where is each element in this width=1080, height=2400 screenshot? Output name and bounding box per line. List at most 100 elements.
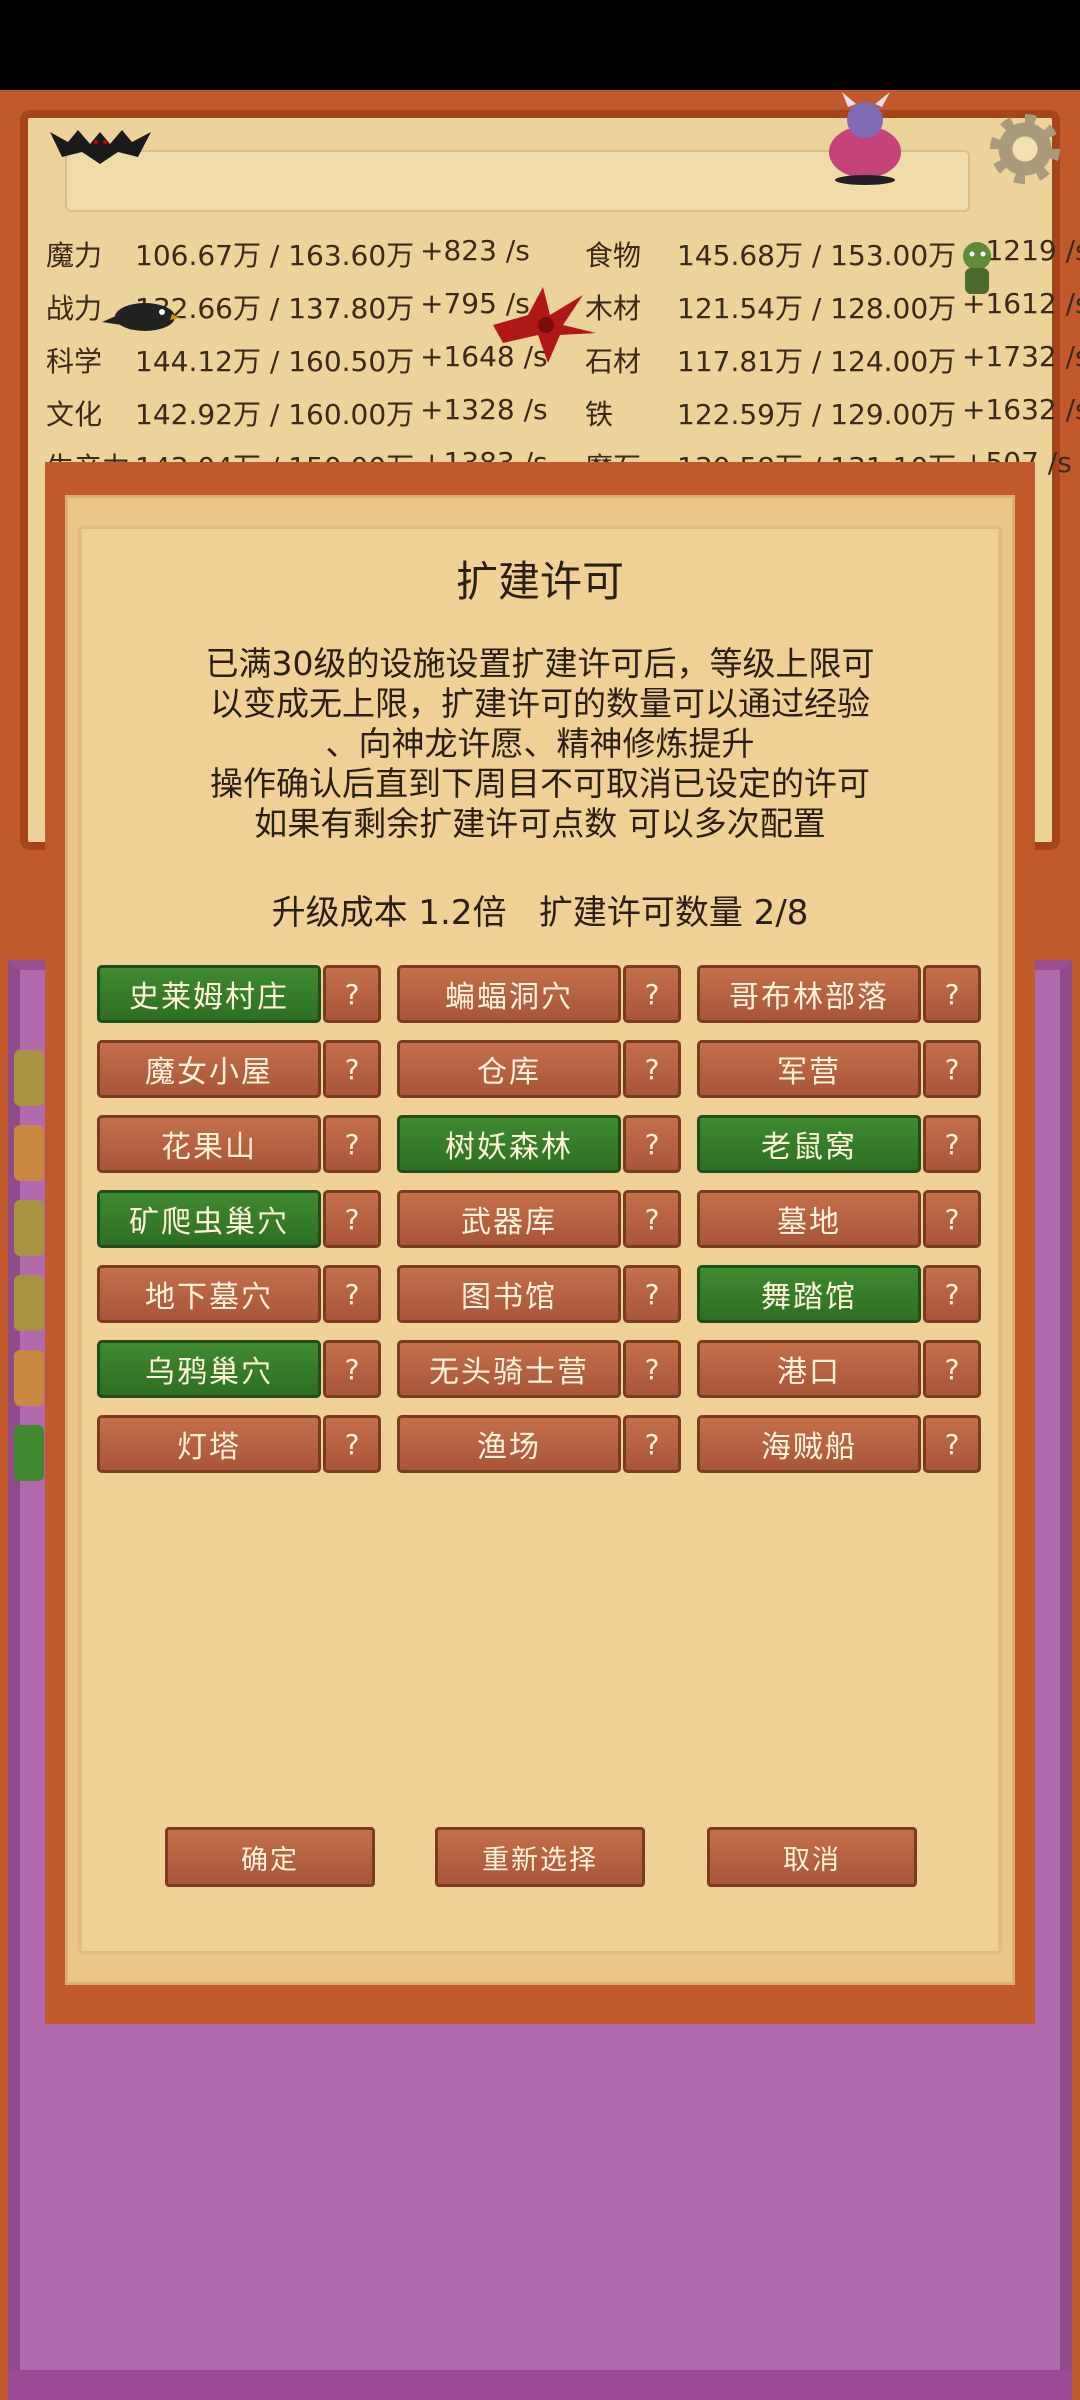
goblin-icon (963, 242, 991, 294)
facility-item: 矿爬虫巢穴? (97, 1190, 381, 1248)
facility-button[interactable]: 灯塔 (97, 1415, 321, 1473)
facility-help-button[interactable]: ? (923, 1190, 981, 1248)
facility-button[interactable]: 墓地 (697, 1190, 921, 1248)
facility-button[interactable]: 港口 (697, 1340, 921, 1398)
resource-amount: 117.81万 / 124.00万 (677, 345, 957, 378)
side-tab-2[interactable] (14, 1125, 44, 1181)
resource-amount: 106.67万 / 163.60万 (135, 239, 415, 272)
facility-item: 军营? (697, 1040, 981, 1098)
facility-item: 魔女小屋? (97, 1040, 381, 1098)
facility-button[interactable]: 矿爬虫巢穴 (97, 1190, 321, 1248)
facility-button[interactable]: 军营 (697, 1040, 921, 1098)
facility-help-button[interactable]: ? (323, 1040, 381, 1098)
resource-row: 魔力 106.67万 / 163.60万 +823 /s 食物 145.68万 / 15… (30, 228, 1080, 278)
facility-help-button[interactable]: ? (923, 1265, 981, 1323)
facility-help-button[interactable]: ? (923, 1340, 981, 1398)
facility-button[interactable]: 无头骑士营 (397, 1340, 621, 1398)
facility-item: 哥布林部落? (697, 965, 981, 1023)
facility-button[interactable]: 图书馆 (397, 1265, 621, 1323)
facility-help-button[interactable]: ? (623, 1340, 681, 1398)
status-bar (0, 0, 1080, 90)
crow-icon (102, 303, 180, 331)
facility-item: 无头骑士营? (397, 1340, 681, 1398)
side-tab-1[interactable] (14, 1050, 44, 1106)
facility-button[interactable]: 魔女小屋 (97, 1040, 321, 1098)
facility-help-button[interactable]: ? (923, 1115, 981, 1173)
dialog-description-line: 如果有剩余扩建许可点数 可以多次配置 (254, 804, 826, 843)
facility-button[interactable]: 树妖森林 (397, 1115, 621, 1173)
facility-help-button[interactable]: ? (623, 1415, 681, 1473)
upgrade-cost-info: 升级成本 1.2倍 扩建许可数量 2/8 (271, 893, 809, 933)
dragon-icon (493, 287, 596, 363)
facility-item: 墓地? (697, 1190, 981, 1248)
facility-button[interactable]: 武器库 (397, 1190, 621, 1248)
facility-help-button[interactable]: ? (323, 1340, 381, 1398)
facility-button[interactable]: 海贼船 (697, 1415, 921, 1473)
facility-item: 史莱姆村庄? (97, 965, 381, 1023)
facility-item: 老鼠窝? (697, 1115, 981, 1173)
facility-item: 花果山? (97, 1115, 381, 1173)
resource-name: 魔力 (46, 239, 103, 272)
facility-help-button[interactable]: ? (323, 965, 381, 1023)
resource-name: 铁 (585, 398, 614, 431)
resource-amount: 142.92万 / 160.00万 (135, 398, 415, 431)
resource-amount: 121.54万 / 128.00万 (677, 292, 957, 325)
facility-button[interactable]: 乌鸦巢穴 (97, 1340, 321, 1398)
facility-help-button[interactable]: ? (623, 1190, 681, 1248)
demon-icon (829, 92, 901, 185)
facility-item: 仓库? (397, 1040, 681, 1098)
facility-item: 舞踏馆? (697, 1265, 981, 1323)
facility-item: 渔场? (397, 1415, 681, 1473)
facility-help-button[interactable]: ? (623, 965, 681, 1023)
resource-rate: +1632 /s (962, 393, 1080, 426)
facility-button[interactable]: 花果山 (97, 1115, 321, 1173)
resource-name: 战力 (46, 292, 103, 325)
resource-rate: +1732 /s (962, 340, 1080, 373)
side-tab-4[interactable] (14, 1275, 44, 1331)
resource-name: 科学 (46, 345, 103, 378)
facility-button[interactable]: 哥布林部落 (697, 965, 921, 1023)
resource-name: 食物 (585, 239, 642, 272)
facility-item: 武器库? (397, 1190, 681, 1248)
facility-button[interactable]: 地下墓穴 (97, 1265, 321, 1323)
facility-button[interactable]: 蝙蝠洞穴 (397, 965, 621, 1023)
confirm-button[interactable]: 确定 (165, 1827, 375, 1887)
reselect-button[interactable]: 重新选择 (435, 1827, 645, 1887)
facility-help-button[interactable]: ? (923, 965, 981, 1023)
facility-button[interactable]: 渔场 (397, 1415, 621, 1473)
facility-help-button[interactable]: ? (323, 1190, 381, 1248)
facility-button[interactable]: 仓库 (397, 1040, 621, 1098)
facility-help-button[interactable]: ? (923, 1415, 981, 1473)
facility-help-button[interactable]: ? (923, 1040, 981, 1098)
facility-item: 乌鸦巢穴? (97, 1340, 381, 1398)
facility-item: 地下墓穴? (97, 1265, 381, 1323)
resource-rate: +823 /s (420, 234, 530, 267)
facility-help-button[interactable]: ? (323, 1415, 381, 1473)
side-tab-3[interactable] (14, 1200, 44, 1256)
facility-help-button[interactable]: ? (323, 1265, 381, 1323)
facility-button[interactable]: 老鼠窝 (697, 1115, 921, 1173)
resource-amount: 122.59万 / 129.00万 (677, 398, 957, 431)
bat-icon (50, 130, 151, 164)
facility-help-button[interactable]: ? (623, 1265, 681, 1323)
facility-help-button[interactable]: ? (623, 1115, 681, 1173)
facility-button[interactable]: 舞踏馆 (697, 1265, 921, 1323)
dialog-title: 扩建许可 (455, 557, 624, 606)
resource-row: 文化 142.92万 / 160.00万 +1328 /s 铁 122.59万 / 12… (30, 387, 1080, 437)
facility-help-button[interactable]: ? (623, 1040, 681, 1098)
resource-amount: 144.12万 / 160.50万 (135, 345, 415, 378)
side-tab-6[interactable] (14, 1425, 44, 1481)
facility-item: 树妖森林? (397, 1115, 681, 1173)
facility-item: 灯塔? (97, 1415, 381, 1473)
facility-button[interactable]: 史莱姆村庄 (97, 965, 321, 1023)
main-area-bottom-frame (8, 2370, 1072, 2400)
gear-icon[interactable] (990, 114, 1060, 184)
facility-item: 图书馆? (397, 1265, 681, 1323)
cancel-button[interactable]: 取消 (707, 1827, 917, 1887)
facility-item: 海贼船? (697, 1415, 981, 1473)
facility-item: 港口? (697, 1340, 981, 1398)
resource-amount: 145.68万 / 153.00万 (677, 239, 957, 272)
facility-help-button[interactable]: ? (323, 1115, 381, 1173)
side-tab-5[interactable] (14, 1350, 44, 1406)
resource-name: 文化 (46, 398, 103, 431)
